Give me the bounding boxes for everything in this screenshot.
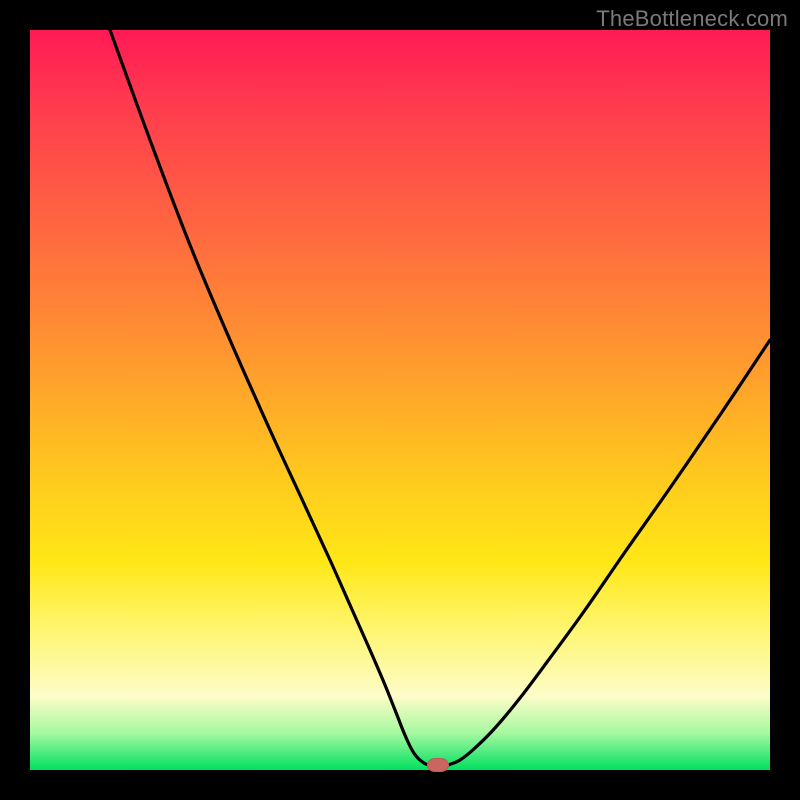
optimal-marker [427, 758, 449, 772]
bottleneck-curve [30, 30, 770, 770]
curve-path [110, 30, 770, 765]
watermark-text: TheBottleneck.com [596, 6, 788, 32]
plot-area [30, 30, 770, 770]
chart-frame: TheBottleneck.com [0, 0, 800, 800]
